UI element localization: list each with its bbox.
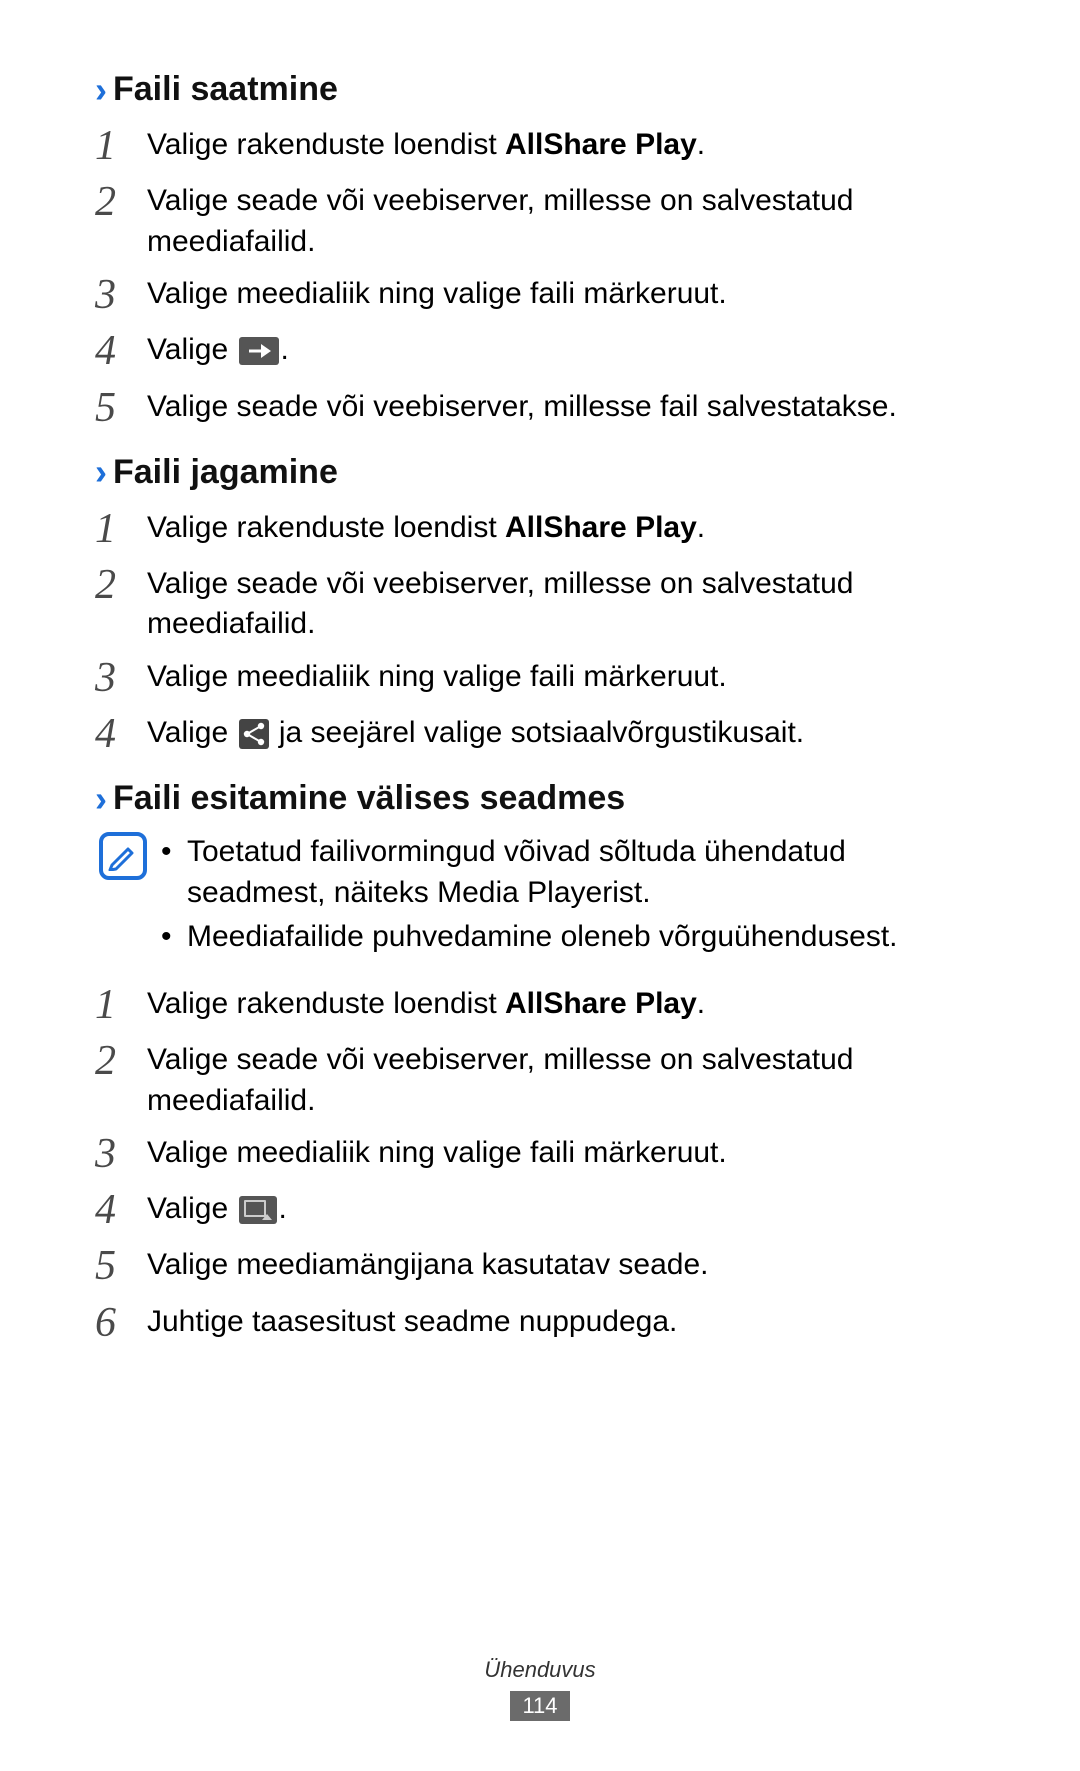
note-item: Meediafailide puhvedamine oleneb võrguüh… — [161, 917, 985, 958]
text: Valige — [147, 333, 237, 366]
text: . — [697, 987, 705, 1020]
heading-text: Faili jagamine — [113, 453, 338, 492]
step-text: Valige meediamängijana kasutatav seade. — [147, 1243, 985, 1286]
step-item: 2 Valige seade või veebiserver, millesse… — [95, 179, 985, 262]
step-number: 2 — [95, 562, 147, 608]
step-number: 5 — [95, 1243, 147, 1289]
note-bullets: Toetatud failivormingud võivad sõltuda ü… — [161, 832, 985, 962]
step-list: 1 Valige rakenduste loendist AllShare Pl… — [95, 982, 985, 1346]
note-block: Toetatud failivormingud võivad sõltuda ü… — [95, 832, 985, 962]
chevron-right-icon: › — [95, 454, 107, 490]
note-icon — [99, 832, 147, 880]
step-number: 2 — [95, 1038, 147, 1084]
step-item: 4 Valige . — [95, 328, 985, 374]
step-text: Valige meedialiik ning valige faili märk… — [147, 655, 985, 698]
text: Valige rakenduste loendist — [147, 511, 505, 544]
heading-text: Faili saatmine — [113, 70, 338, 109]
step-number: 4 — [95, 1187, 147, 1233]
step-text: Valige meedialiik ning valige faili märk… — [147, 272, 985, 315]
step-item: 4 Valige . — [95, 1187, 985, 1233]
step-item: 1 Valige rakenduste loendist AllShare Pl… — [95, 982, 985, 1028]
step-item: 1 Valige rakenduste loendist AllShare Pl… — [95, 123, 985, 169]
step-text: Valige seade või veebiserver, millesse o… — [147, 179, 985, 262]
chevron-right-icon: › — [95, 781, 107, 817]
step-item: 1 Valige rakenduste loendist AllShare Pl… — [95, 506, 985, 552]
step-number: 1 — [95, 123, 147, 169]
text: Valige — [147, 716, 237, 749]
step-text: Valige rakenduste loendist AllShare Play… — [147, 506, 985, 549]
heading-text: Faili esitamine välises seadmes — [113, 779, 625, 818]
section-heading: › Faili saatmine — [95, 70, 985, 109]
share-icon — [239, 719, 269, 749]
section-heading: › Faili esitamine välises seadmes — [95, 779, 985, 818]
bold-text: AllShare Play — [505, 128, 697, 161]
manual-page: › Faili saatmine 1 Valige rakenduste loe… — [0, 0, 1080, 1416]
step-item: 2 Valige seade või veebiserver, millesse… — [95, 1038, 985, 1121]
step-text: Valige seade või veebiserver, millesse f… — [147, 385, 985, 428]
text: ja seejärel valige sotsiaalvõrgustikusai… — [271, 716, 805, 749]
step-text: Valige . — [147, 1187, 985, 1230]
step-item: 2 Valige seade või veebiserver, millesse… — [95, 562, 985, 645]
step-text: Valige meedialiik ning valige faili märk… — [147, 1131, 985, 1174]
step-number: 4 — [95, 711, 147, 757]
step-text: Valige seade või veebiserver, millesse o… — [147, 1038, 985, 1121]
step-text: Valige ja seejärel valige sotsiaalvõrgus… — [147, 711, 985, 754]
footer-category: Ühenduvus — [0, 1657, 1080, 1683]
step-item: 3 Valige meedialiik ning valige faili mä… — [95, 1131, 985, 1177]
chevron-right-icon: › — [95, 72, 107, 108]
bold-text: AllShare Play — [505, 511, 697, 544]
step-number: 6 — [95, 1300, 147, 1346]
step-number: 4 — [95, 328, 147, 374]
step-text: Valige rakenduste loendist AllShare Play… — [147, 123, 985, 166]
step-number: 1 — [95, 506, 147, 552]
step-item: 3 Valige meedialiik ning valige faili mä… — [95, 272, 985, 318]
bold-text: AllShare Play — [505, 987, 697, 1020]
step-number: 2 — [95, 179, 147, 225]
section-heading: › Faili jagamine — [95, 453, 985, 492]
text: Valige — [147, 1192, 237, 1225]
step-text: Valige seade või veebiserver, millesse o… — [147, 562, 985, 645]
page-footer: Ühenduvus 114 — [0, 1657, 1080, 1721]
text: Valige rakenduste loendist — [147, 987, 505, 1020]
page-number: 114 — [510, 1691, 569, 1721]
step-list: 1 Valige rakenduste loendist AllShare Pl… — [95, 506, 985, 758]
step-item: 4 Valige ja seejärel valige sotsiaalvõrg… — [95, 711, 985, 757]
step-item: 3 Valige meedialiik ning valige faili mä… — [95, 655, 985, 701]
step-item: 5 Valige seade või veebiserver, millesse… — [95, 385, 985, 431]
note-item: Toetatud failivormingud võivad sõltuda ü… — [161, 832, 985, 913]
text: . — [281, 333, 289, 366]
text: . — [697, 128, 705, 161]
step-number: 1 — [95, 982, 147, 1028]
step-list: 1 Valige rakenduste loendist AllShare Pl… — [95, 123, 985, 431]
text: . — [697, 511, 705, 544]
step-number: 3 — [95, 272, 147, 318]
step-text: Valige . — [147, 328, 985, 371]
forward-icon — [239, 337, 279, 365]
text: . — [279, 1192, 287, 1225]
text: Valige rakenduste loendist — [147, 128, 505, 161]
step-number: 3 — [95, 1131, 147, 1177]
step-item: 5 Valige meediamängijana kasutatav seade… — [95, 1243, 985, 1289]
step-item: 6 Juhtige taasesitust seadme nuppudega. — [95, 1300, 985, 1346]
step-number: 5 — [95, 385, 147, 431]
step-number: 3 — [95, 655, 147, 701]
step-text: Juhtige taasesitust seadme nuppudega. — [147, 1300, 985, 1343]
cast-icon — [239, 1196, 277, 1224]
step-text: Valige rakenduste loendist AllShare Play… — [147, 982, 985, 1025]
